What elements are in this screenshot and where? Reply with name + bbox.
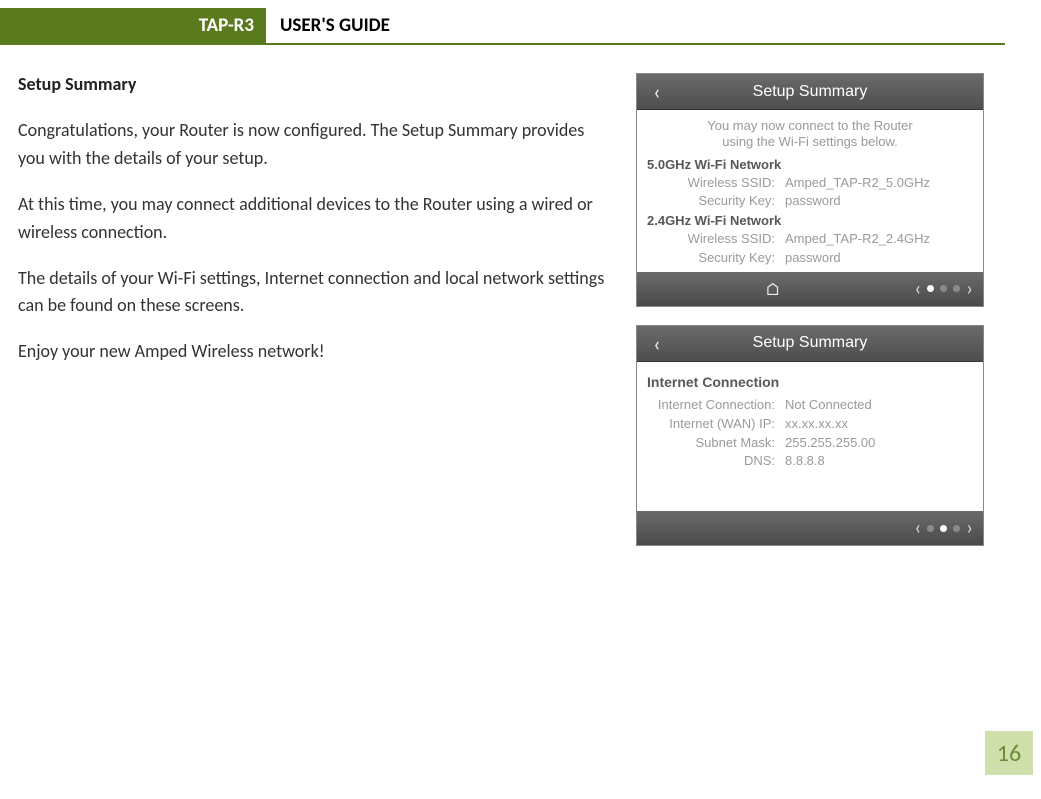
label: Internet Connection: [647, 396, 785, 415]
doc-header: TAP-R3 USER'S GUIDE [0, 8, 1005, 45]
page-dot[interactable] [927, 285, 934, 292]
model-tab: TAP-R3 [0, 8, 266, 43]
row-ssid-24ghz: Wireless SSID: Amped_TAP-R2_2.4GHz [647, 230, 973, 249]
label: Security Key: [647, 249, 785, 268]
doc-title: USER'S GUIDE [266, 8, 390, 43]
chevron-left-icon[interactable]: ‹ [914, 516, 921, 540]
value: 8.8.8.8 [785, 452, 973, 471]
pager[interactable]: ‹ › [908, 277, 983, 301]
label: DNS: [647, 452, 785, 471]
row-key-5ghz: Security Key: password [647, 192, 973, 211]
paragraph: The details of your Wi-Fi settings, Inte… [18, 265, 608, 321]
row-dns: DNS: 8.8.8.8 [647, 452, 973, 471]
device-screenshot-internet: ‹ Setup Summary Internet Connection Inte… [636, 325, 984, 546]
chevron-right-icon[interactable]: › [966, 277, 973, 301]
paragraph: At this time, you may connect additional… [18, 191, 608, 247]
value: password [785, 249, 973, 268]
label: Wireless SSID: [647, 230, 785, 249]
value: 255.255.255.00 [785, 434, 973, 453]
row-subnet: Subnet Mask: 255.255.255.00 [647, 434, 973, 453]
label: Subnet Mask: [647, 434, 785, 453]
screenshots-column: ‹ Setup Summary You may now connect to t… [636, 73, 986, 546]
row-connection: Internet Connection: Not Connected [647, 396, 973, 415]
section-title: Setup Summary [18, 73, 608, 95]
page-number: 16 [985, 731, 1033, 775]
paragraph: Enjoy your new Amped Wireless network! [18, 338, 608, 366]
back-icon[interactable]: ‹ [637, 330, 677, 357]
screen-body: Internet Connection Internet Connection:… [637, 362, 983, 511]
paragraph: Congratulations, your Router is now conf… [18, 117, 608, 173]
screen-header: ‹ Setup Summary [637, 326, 983, 362]
value: password [785, 192, 973, 211]
text-column: Setup Summary Congratulations, your Rout… [18, 73, 608, 546]
chevron-right-icon[interactable]: › [966, 516, 973, 540]
label: Wireless SSID: [647, 174, 785, 193]
chevron-left-icon[interactable]: ‹ [914, 277, 921, 301]
band-heading-24ghz: 2.4GHz Wi-Fi Network [647, 213, 973, 228]
screen-body: You may now connect to the Router using … [637, 110, 983, 272]
screen-header: ‹ Setup Summary [637, 74, 983, 110]
pager[interactable]: ‹ › [908, 516, 983, 540]
device-screenshot-wifi: ‹ Setup Summary You may now connect to t… [636, 73, 984, 307]
helper-text: You may now connect to the Router using … [647, 118, 973, 151]
home-icon[interactable]: ⌂ [763, 278, 783, 300]
row-key-24ghz: Security Key: password [647, 249, 973, 268]
page-dot[interactable] [940, 525, 947, 532]
content: Setup Summary Congratulations, your Rout… [0, 45, 1041, 546]
value: Amped_TAP-R2_2.4GHz [785, 230, 973, 249]
label: Internet (WAN) IP: [647, 415, 785, 434]
value: xx.xx.xx.xx [785, 415, 973, 434]
row-wan-ip: Internet (WAN) IP: xx.xx.xx.xx [647, 415, 973, 434]
page-dot[interactable] [953, 285, 960, 292]
screen-footer: ‹ › [637, 511, 983, 545]
label: Security Key: [647, 192, 785, 211]
page-dot[interactable] [953, 525, 960, 532]
page-dot[interactable] [940, 285, 947, 292]
value: Amped_TAP-R2_5.0GHz [785, 174, 973, 193]
row-ssid-5ghz: Wireless SSID: Amped_TAP-R2_5.0GHz [647, 174, 973, 193]
back-icon[interactable]: ‹ [637, 78, 677, 105]
screen-title: Setup Summary [677, 334, 983, 352]
value: Not Connected [785, 396, 973, 415]
band-heading-5ghz: 5.0GHz Wi-Fi Network [647, 157, 973, 172]
internet-heading: Internet Connection [647, 374, 973, 390]
screen-title: Setup Summary [677, 83, 983, 101]
screen-footer: ⌂ ‹ › [637, 272, 983, 306]
page-dot[interactable] [927, 525, 934, 532]
